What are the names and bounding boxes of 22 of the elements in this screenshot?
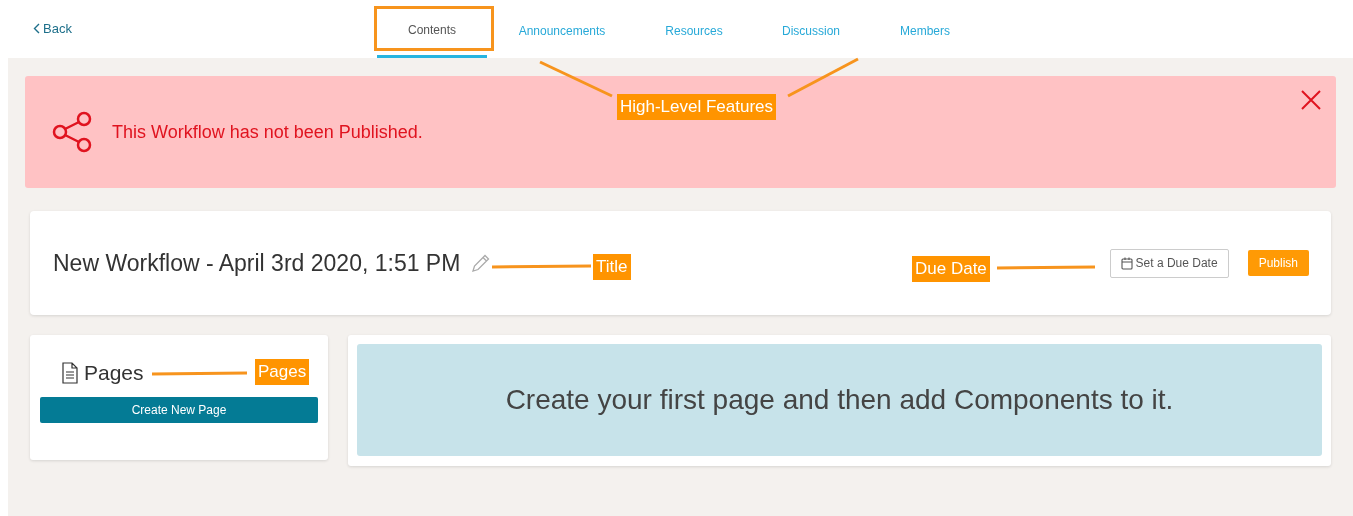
chevron-left-icon xyxy=(33,23,40,35)
leader-line xyxy=(787,57,859,98)
tab[interactable]: Resources xyxy=(640,18,748,58)
tab[interactable]: Discussion xyxy=(765,18,857,58)
empty-state-message: Create your first page and then add Components to it. xyxy=(505,383,1174,417)
alert-message: This Workflow has not been Published. xyxy=(112,120,423,144)
tab[interactable]: Announcements xyxy=(497,18,627,58)
create-page-button[interactable]: Create New Page xyxy=(40,396,318,423)
annotation-label: High-Level Features xyxy=(617,94,777,120)
annotation-label: Pages xyxy=(255,359,310,385)
close-button[interactable] xyxy=(1301,90,1321,110)
back-link[interactable]: Back xyxy=(33,19,72,39)
calendar-icon xyxy=(1120,256,1133,270)
annotation-label: Due Date xyxy=(912,256,990,282)
pages-heading: Pages xyxy=(84,360,144,386)
document-icon xyxy=(62,361,78,384)
share-icon xyxy=(52,110,94,154)
due-date-button[interactable]: Set a Due Date xyxy=(1109,248,1229,278)
publish-button[interactable]: Publish xyxy=(1247,250,1309,276)
tab[interactable]: Members xyxy=(880,18,970,58)
annotation-label: Title xyxy=(593,254,631,280)
workflow-title: New Workflow - April 3rd 2020, 1:51 PM xyxy=(53,248,461,278)
